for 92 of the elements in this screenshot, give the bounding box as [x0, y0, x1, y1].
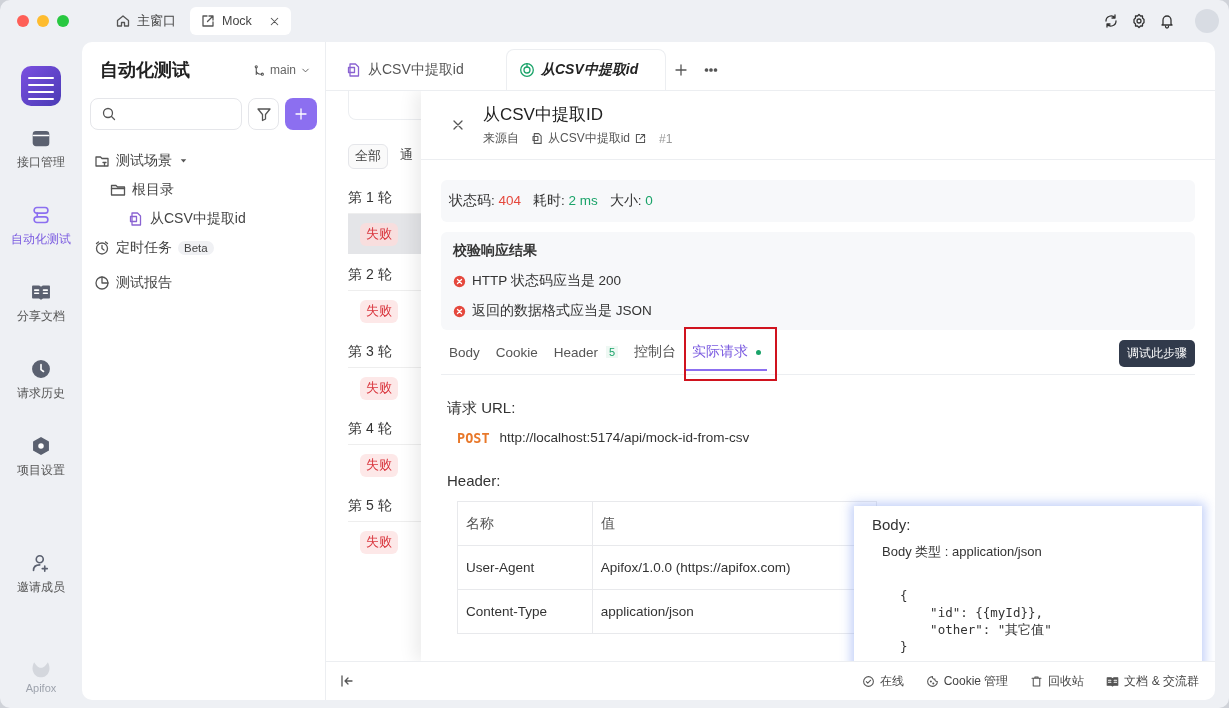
- collapse-icon: [339, 673, 355, 689]
- code-line: "id": {{myId}},: [929, 604, 1044, 621]
- code-line: {: [900, 587, 909, 604]
- filter-tab[interactable]: 全部: [348, 144, 388, 169]
- window-control-button[interactable]: [57, 15, 69, 27]
- code-line: }: [900, 638, 909, 655]
- round-result-row[interactable]: 失败: [348, 522, 421, 562]
- section-heading: Header:: [447, 472, 502, 489]
- run-number: #1: [659, 131, 673, 146]
- summary-item: 状态码: 404: [449, 192, 522, 210]
- count-badge: 5: [606, 346, 619, 358]
- home-icon: [115, 13, 131, 29]
- source-label: 来源自: [483, 130, 519, 147]
- status-item[interactable]: 在线: [861, 672, 904, 690]
- nav-item[interactable]: 自动化测试: [6, 197, 76, 256]
- table-cell: Content-Type: [457, 589, 593, 634]
- nav-item[interactable]: 请求历史: [6, 351, 76, 410]
- clock-icon: [31, 359, 51, 379]
- app-logo: [21, 66, 61, 106]
- editor-tab[interactable]: 从CSV中提取id: [506, 49, 666, 90]
- code-line: "other": "其它值": [929, 621, 1053, 638]
- window-control-button[interactable]: [17, 15, 29, 27]
- filter-icon: [255, 106, 272, 122]
- status-item[interactable]: 文档 & 交流群: [1106, 672, 1199, 690]
- editor-tab[interactable]: 从CSV中提取id: [334, 50, 506, 90]
- filter-tab[interactable]: 通: [394, 144, 419, 169]
- round-result-row[interactable]: 失败: [348, 445, 421, 485]
- branch-selector[interactable]: main: [253, 63, 311, 77]
- trash-icon: [1030, 674, 1044, 688]
- column-header: 名称: [457, 501, 593, 546]
- window-tab[interactable]: Mock: [190, 7, 291, 35]
- drawer-title: 从CSV中提取ID: [483, 104, 604, 126]
- search-field[interactable]: [90, 98, 242, 130]
- sync-icon: [1103, 13, 1119, 29]
- document-icon: [128, 210, 144, 227]
- filter-button[interactable]: [248, 98, 279, 130]
- http-method: POST: [457, 430, 490, 446]
- round-result-row[interactable]: 失败: [348, 291, 421, 331]
- assertion-text: HTTP 状态码应当是 200: [472, 272, 622, 290]
- tree-item[interactable]: 定时任务 Beta: [94, 233, 325, 262]
- assertion-text: 返回的数据格式应当是 JSON: [472, 302, 652, 320]
- plus-icon: [293, 106, 309, 122]
- branch-icon: [253, 63, 266, 77]
- external-link-icon: [200, 13, 216, 29]
- table-cell: User-Agent: [457, 545, 593, 590]
- brand-name: Apifox: [25, 682, 57, 694]
- detail-tab[interactable]: 实际请求: [686, 337, 768, 371]
- hexagon-icon: [31, 436, 51, 456]
- tree-item[interactable]: 测试报告: [94, 268, 325, 297]
- summary-item: 耗时: 2 ms: [533, 192, 598, 210]
- external-link-icon: [634, 132, 647, 145]
- alarm-clock-icon: [94, 239, 110, 256]
- round-result-row[interactable]: 失败: [348, 368, 421, 408]
- document-icon: [346, 62, 362, 78]
- status-badge: 失败: [360, 376, 398, 400]
- window-tab[interactable]: 主窗口: [107, 7, 184, 35]
- nav-item[interactable]: 项目设置: [6, 428, 76, 487]
- stack-icon: [31, 205, 51, 225]
- nav-item[interactable]: 接口管理: [6, 120, 76, 179]
- status-badge: 失败: [360, 222, 398, 246]
- add-user-icon: [31, 553, 51, 573]
- calendar-icon: [31, 128, 51, 148]
- status-badge: 失败: [360, 299, 398, 323]
- cookie-icon: [925, 674, 939, 688]
- request-url: http://localhost:5174/api/mock-id-from-csv: [499, 430, 750, 446]
- book-icon: [1106, 674, 1120, 688]
- search-icon: [101, 106, 117, 122]
- status-badge: 失败: [360, 530, 398, 554]
- nav-item[interactable]: 邀请成员: [6, 545, 76, 604]
- target-icon: [519, 62, 535, 78]
- assertions-title: 校验响应结果: [453, 242, 538, 260]
- status-item[interactable]: 回收站: [1030, 672, 1085, 690]
- add-button[interactable]: [285, 98, 317, 130]
- sidebar-title: 自动化测试: [100, 59, 190, 82]
- body-type: Body 类型 : application/json: [881, 543, 1043, 561]
- plus-icon: [673, 62, 689, 78]
- nav-item[interactable]: 分享文档: [6, 274, 76, 333]
- beta-badge: Beta: [178, 240, 214, 255]
- status-item[interactable]: Cookie 管理: [925, 672, 1009, 690]
- status-badge: 失败: [360, 453, 398, 477]
- summary-item: 大小: 0: [609, 192, 653, 210]
- bell-icon: [1159, 13, 1175, 29]
- tree-item[interactable]: 从CSV中提取id: [94, 204, 325, 233]
- tree-item[interactable]: 测试场景: [94, 146, 325, 175]
- tree-item[interactable]: 根目录: [94, 175, 325, 204]
- pie-chart-icon: [94, 274, 110, 291]
- debug-step-button[interactable]: 调试此步骤: [1119, 339, 1195, 367]
- document-icon: [531, 132, 544, 145]
- source-link[interactable]: 从CSV中提取id: [531, 130, 647, 147]
- round-result-row[interactable]: 失败: [348, 214, 421, 254]
- check-circle-icon: [861, 674, 875, 688]
- settings-icon: [1131, 13, 1147, 29]
